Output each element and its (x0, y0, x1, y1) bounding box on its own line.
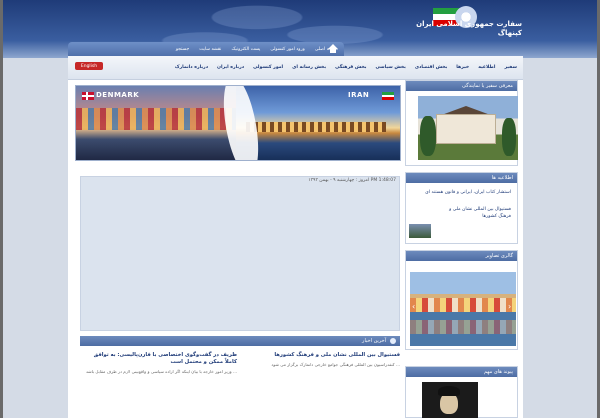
news-item-right[interactable]: فستیوال بین المللی نشان ملی و فرهنگ کشور… (245, 352, 400, 418)
links-header: پیوند های مهم (406, 367, 517, 377)
iran-photo (236, 86, 400, 160)
news-left-title[interactable]: ظریف در گفت‌وگوی اختصاصی با فارن‌پالیسی:… (82, 352, 237, 366)
menu-about-iran[interactable]: درباره ایران (217, 65, 244, 70)
gallery-header: گالری تصاویر (406, 251, 517, 261)
site-title-line2: کپنهاگ (497, 29, 522, 37)
topnav-consular[interactable]: ورود امور کنسولی (270, 47, 305, 52)
latest-news-title: آخرین اخبار (362, 338, 386, 344)
denmark-flag-icon (82, 92, 94, 100)
header-banner: DENMARK IRAN (75, 85, 401, 161)
menu-consular[interactable]: امور کنسولی (253, 65, 283, 70)
gallery-prev-icon[interactable]: ‹ (412, 302, 418, 312)
english-button[interactable]: English (75, 62, 103, 70)
menu-economic[interactable]: بخش اقتصادی (415, 65, 447, 70)
content-panel (80, 176, 400, 331)
site-title: سفارت جمهوری اسلامی ایران کپنهاگ (402, 20, 522, 38)
topnav-email[interactable]: پست الکترونیک (231, 47, 260, 52)
embassy-building-photo[interactable] (418, 96, 518, 160)
banner-iran-label: IRAN (348, 91, 370, 99)
notice-thumbnail[interactable] (409, 224, 431, 238)
menu-media[interactable]: بخش رسانه ای (292, 65, 326, 70)
notice-item-2[interactable]: فستیوال بین المللی نشان ملی و فرهنگ کشور… (406, 196, 517, 220)
news-item-left[interactable]: ظریف در گفت‌وگوی اختصاصی با فارن‌پالیسی:… (82, 352, 237, 418)
ambassador-header: معرفی سفیر یا نمایندگی (406, 81, 517, 91)
menu-news[interactable]: خبرها (456, 65, 469, 70)
site-title-line1: سفارت جمهوری اسلامی ایران (416, 20, 522, 28)
menu-ambassador[interactable]: سفیر (504, 65, 517, 70)
top-navigation: جستجو نقشه سایت پست الکترونیک ورود امور … (68, 42, 344, 56)
gallery-image[interactable] (410, 272, 516, 346)
menu-about-denmark[interactable]: درباره دانمارک (175, 65, 208, 70)
menu-political[interactable]: بخش سیاسی (375, 65, 405, 70)
window-frame-left (0, 0, 3, 418)
current-date: امروز : چهارشنبه ۹ - بهمن ۱۳۹۳ PM 1:48:0… (308, 178, 396, 183)
globe-icon (390, 338, 396, 344)
home-icon[interactable] (322, 40, 344, 56)
gallery-next-icon[interactable]: › (508, 302, 514, 312)
topnav-sitemap[interactable]: نقشه سایت (199, 47, 221, 52)
news-right-title[interactable]: فستیوال بین المللی نشان ملی و فرهنگ کشور… (245, 352, 400, 359)
news-left-body: وزیر امور خارجه با بیان اینکه اگر اراده … (85, 369, 237, 374)
news-right-body: کنفدراسیون بین المللی فرهنگی جوامع خارجی… (271, 362, 400, 367)
menu-cultural[interactable]: بخش فرهنگی (335, 65, 366, 70)
main-menu: درباره دانمارک درباره ایران امور کنسولی … (68, 56, 523, 80)
iran-flag-icon (382, 92, 394, 100)
leader-portrait-link[interactable] (422, 382, 478, 418)
topnav-search[interactable]: جستجو (176, 47, 189, 52)
latest-news-header: آخرین اخبار (80, 336, 400, 346)
notices-header: اطلاعیه ها (406, 173, 517, 183)
notice-item-1[interactable]: استشار کتاب ایران، ایرانی و قانون هستند … (406, 183, 517, 196)
banner-denmark-label: DENMARK (96, 91, 140, 99)
menu-notices[interactable]: اطلاعیه (478, 65, 495, 70)
